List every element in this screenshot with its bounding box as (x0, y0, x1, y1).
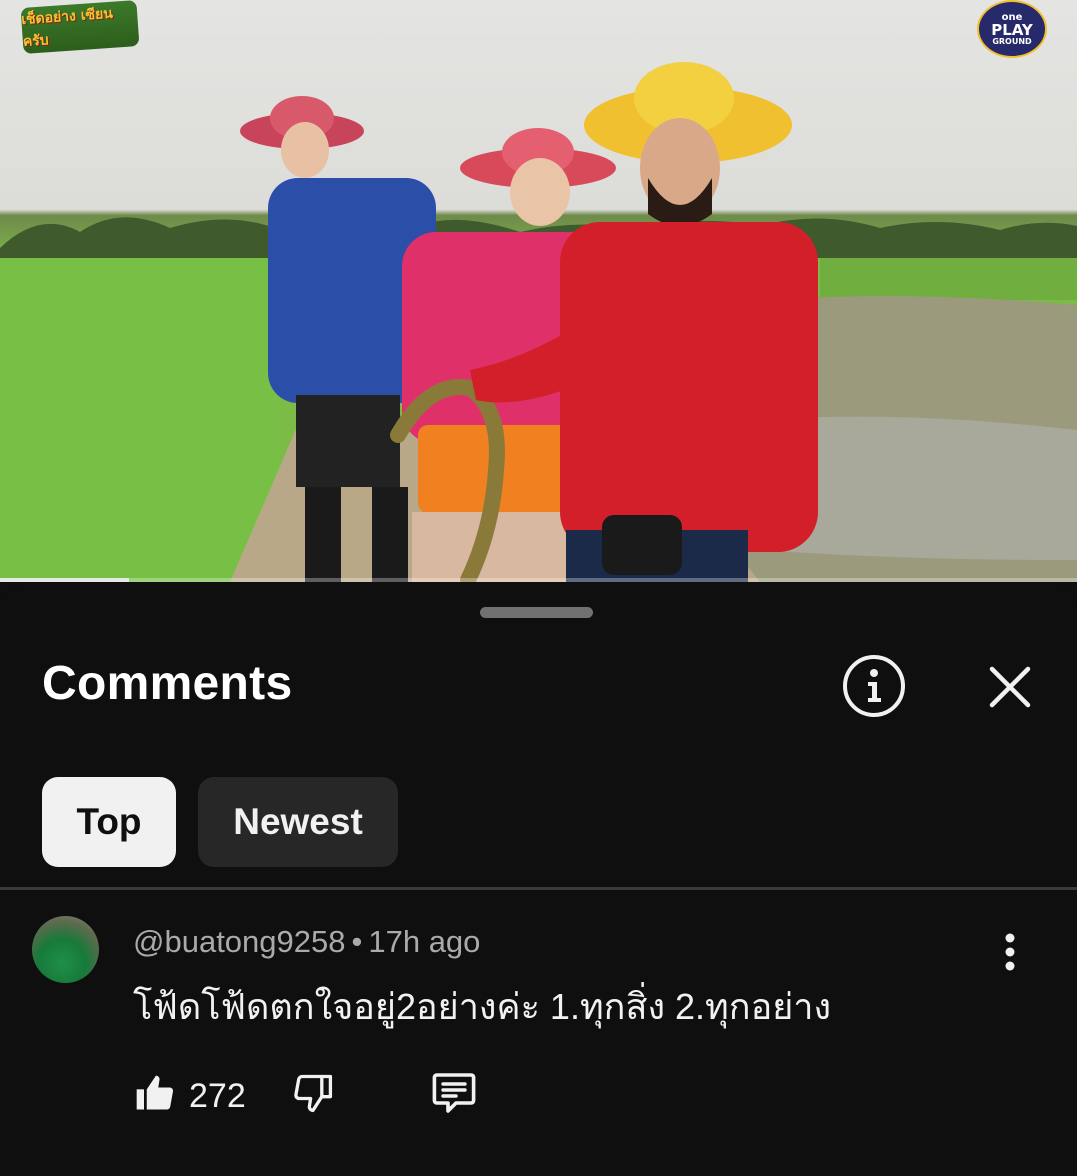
thumb-down-icon (294, 1074, 333, 1113)
comment-item: @buatong9258 • 17h ago โฟ้ดโฟ้ดตกใจอยู่2อย… (0, 894, 1077, 1176)
close-button[interactable] (982, 659, 1038, 715)
logo-right-line3: GROUND (992, 36, 1032, 46)
reply-button[interactable] (428, 1068, 480, 1118)
channel-logo-left-text: เช็ดอย่าง เซียนครับ (20, 5, 114, 50)
video-frame (0, 62, 1077, 582)
sort-chip-top[interactable]: Top (42, 777, 176, 867)
channel-logo-left: เช็ดอย่าง เซียนครับ (20, 0, 140, 54)
comments-sheet: Comments Top Newest @buatong9258 • 17h ago… (0, 584, 1077, 1176)
sort-chip-top-label: Top (76, 801, 142, 842)
dislike-button[interactable] (289, 1068, 337, 1118)
divider (0, 887, 1077, 890)
drag-handle[interactable] (480, 607, 593, 618)
more-vert-icon (1005, 933, 1015, 971)
like-button[interactable] (131, 1068, 179, 1118)
video-player[interactable]: เช็ดอย่าง เซียนครับ one PLAY GROUND (0, 0, 1077, 582)
thumb-up-icon (136, 1075, 174, 1110)
video-progress-bar[interactable] (0, 578, 1077, 582)
comments-title: Comments (42, 657, 293, 710)
channel-logo-right: one PLAY GROUND (977, 0, 1047, 58)
close-icon (989, 666, 1031, 708)
comment-author[interactable]: @buatong9258 (133, 924, 346, 959)
comment-more-button[interactable] (990, 927, 1030, 977)
comment-time: 17h ago (368, 924, 481, 959)
sort-chip-newest[interactable]: Newest (198, 777, 398, 867)
video-progress-fill (0, 578, 130, 582)
comment-meta: @buatong9258 • 17h ago (133, 924, 480, 960)
comment-text: โฟ้ดโฟ้ดตกใจอยู่2อย่างค่ะ 1.ทุกสิ่ง 2.ทุ… (133, 986, 832, 1027)
sort-chip-newest-label: Newest (233, 801, 363, 842)
logo-right-line2: PLAY (991, 20, 1033, 39)
info-icon (843, 655, 905, 717)
avatar[interactable] (32, 916, 99, 983)
meta-separator: • (351, 924, 363, 959)
reply-icon (432, 1073, 476, 1113)
info-button[interactable] (842, 654, 906, 718)
like-count: 272 (189, 1077, 246, 1115)
